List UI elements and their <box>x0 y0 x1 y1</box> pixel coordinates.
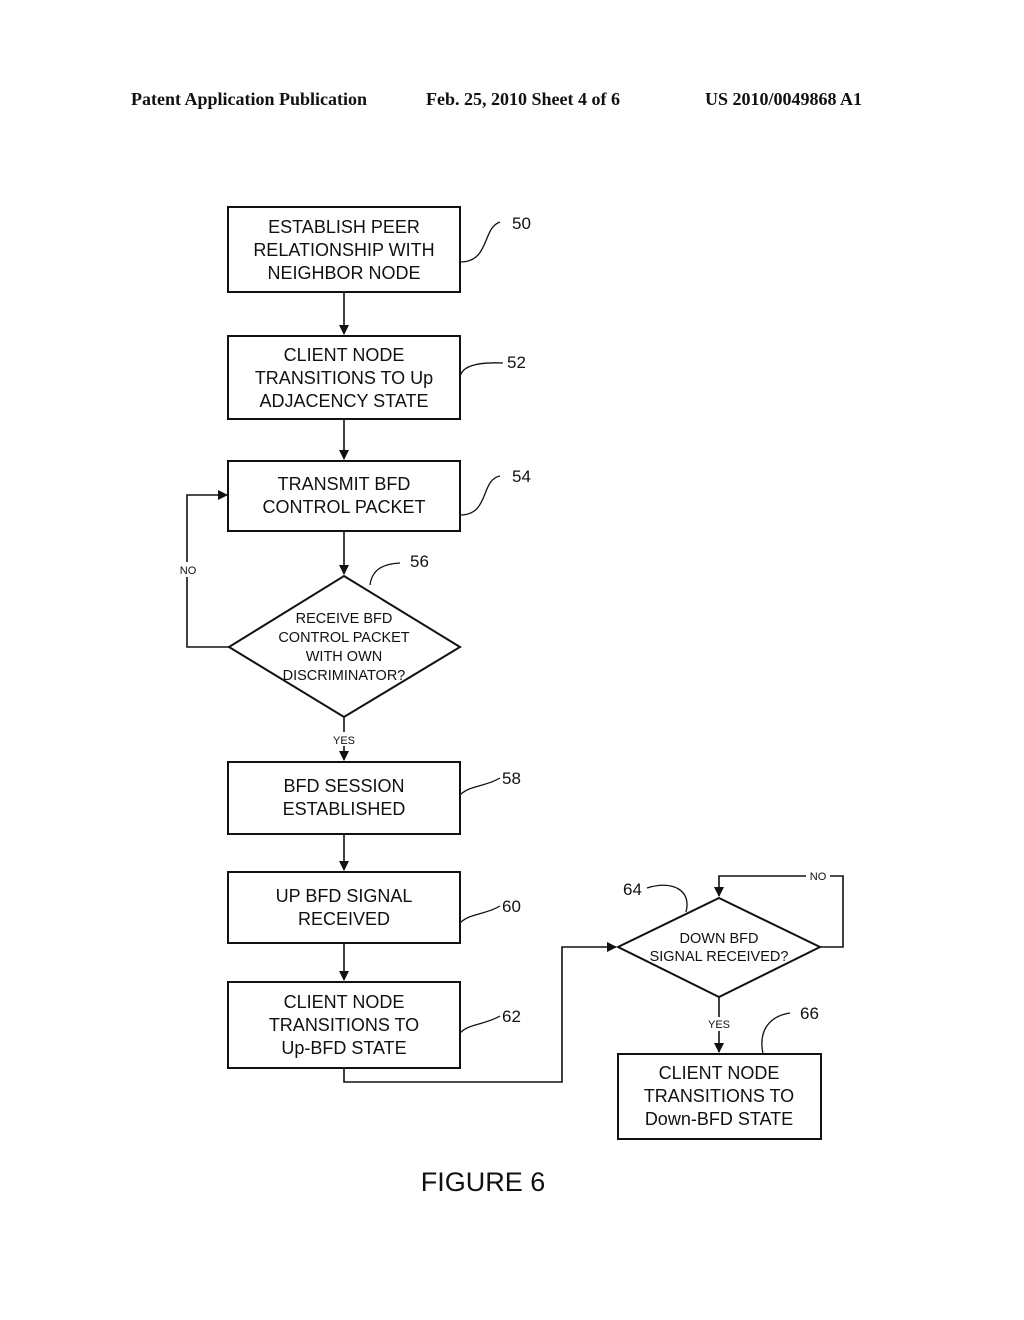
flowchart: NO YES NO YES ESTABLISH PEER RELATIONSHI… <box>176 206 844 1197</box>
step-58-session-established: BFD SESSION ESTABLISHED <box>227 761 461 835</box>
step-52-transition-up-adjacency: CLIENT NODE TRANSITIONS TO Up ADJACENCY … <box>227 335 461 420</box>
step-52-line-2: TRANSITIONS TO Up <box>255 368 433 388</box>
ref-leader-54 <box>459 475 501 516</box>
step-66-transition-down-bfd: CLIENT NODE TRANSITIONS TO Down-BFD STAT… <box>617 1053 822 1140</box>
ref-number-54: 54 <box>512 467 531 486</box>
ref-leader-50 <box>459 221 501 263</box>
ref-number-56: 56 <box>410 552 429 571</box>
step-66-line-3: Down-BFD STATE <box>645 1109 793 1129</box>
ref-leader-66 <box>761 1012 791 1055</box>
ref-leader-60 <box>459 905 501 924</box>
decision-56-line-2: CONTROL PACKET <box>278 630 409 646</box>
decision-56-line-1: RECEIVE BFD <box>296 611 393 627</box>
step-60-line-2: RECEIVED <box>298 909 390 929</box>
ref-leader-56 <box>369 562 401 586</box>
step-52-line-1: CLIENT NODE <box>284 345 405 365</box>
ref-number-62: 62 <box>502 1007 521 1026</box>
step-58-line-2: ESTABLISHED <box>283 799 406 819</box>
step-58-line-1: BFD SESSION <box>283 776 404 796</box>
step-54-transmit-bfd: TRANSMIT BFD CONTROL PACKET <box>227 460 461 532</box>
step-50-line-2: RELATIONSHIP WITH <box>253 240 434 260</box>
step-62-line-2: TRANSITIONS TO <box>269 1015 419 1035</box>
step-54-line-2: CONTROL PACKET <box>262 497 425 517</box>
decision-64-down-signal: DOWN BFD SIGNAL RECEIVED? <box>615 896 823 999</box>
decision-56-line-4: DISCRIMINATOR? <box>283 668 406 684</box>
step-50-line-3: NEIGHBOR NODE <box>267 263 420 283</box>
ref-number-64: 64 <box>623 880 642 899</box>
decision-64-line-1: DOWN BFD <box>680 931 759 947</box>
step-54-line-1: TRANSMIT BFD <box>278 474 411 494</box>
ref-leader-52 <box>459 362 504 378</box>
step-62-transition-up-bfd: CLIENT NODE TRANSITIONS TO Up-BFD STATE <box>227 981 461 1069</box>
step-66-line-1: CLIENT NODE <box>659 1063 780 1083</box>
step-60-line-1: UP BFD SIGNAL <box>276 886 413 906</box>
step-62-line-3: Up-BFD STATE <box>281 1038 406 1058</box>
ref-number-66: 66 <box>800 1004 819 1023</box>
step-60-up-signal-received: UP BFD SIGNAL RECEIVED <box>227 871 461 944</box>
ref-number-60: 60 <box>502 897 521 916</box>
step-66-line-2: TRANSITIONS TO <box>644 1086 794 1106</box>
decision-56-receive-bfd: RECEIVE BFD CONTROL PACKET WITH OWN DISC… <box>227 574 462 719</box>
edge-label-yes-56: YES <box>333 735 355 747</box>
edge-label-no-64: NO <box>810 871 827 883</box>
step-52-line-3: ADJACENCY STATE <box>259 391 428 411</box>
decision-56-line-3: WITH OWN <box>306 649 383 665</box>
ref-number-50: 50 <box>512 214 531 233</box>
ref-leader-64 <box>646 884 688 913</box>
decision-64-line-2: SIGNAL RECEIVED? <box>650 949 789 965</box>
ref-leader-58 <box>459 777 501 796</box>
ref-number-58: 58 <box>502 769 521 788</box>
step-62-line-1: CLIENT NODE <box>284 992 405 1012</box>
ref-leader-62 <box>459 1015 501 1034</box>
step-50-line-1: ESTABLISH PEER <box>268 217 420 237</box>
edge-label-no-56: NO <box>180 565 197 577</box>
figure-caption: FIGURE 6 <box>421 1167 546 1197</box>
edge-label-yes-64: YES <box>708 1019 730 1031</box>
ref-number-52: 52 <box>507 353 526 372</box>
step-50-establish-peer: ESTABLISH PEER RELATIONSHIP WITH NEIGHBO… <box>227 206 461 293</box>
